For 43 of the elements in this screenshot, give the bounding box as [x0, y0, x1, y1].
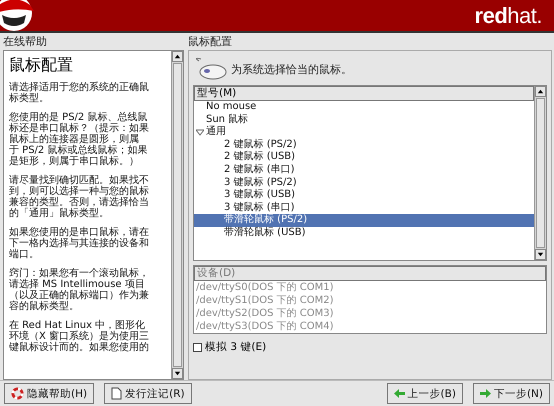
- help-text: 键鼠标设计而的。如果您使用的: [9, 342, 150, 353]
- expander-icon: [196, 128, 204, 136]
- emulate-checkbox[interactable]: 模拟 3 键(E): [193, 340, 547, 354]
- mouse-icon: [193, 57, 227, 81]
- back-button[interactable]: 上一步(B): [386, 383, 463, 404]
- release-notes-button[interactable]: 发行注记(R): [104, 383, 192, 404]
- list-item[interactable]: 带滑轮鼠标 (PS/2): [194, 214, 534, 227]
- help-label: 在线帮助: [3, 35, 48, 48]
- help-text: 您使用的是 PS/2 鼠标、总线鼠: [9, 112, 148, 123]
- help-text: 请选择 MS Intellimouse 项目: [9, 279, 146, 290]
- help-text: 到，则可以选择一种与您的鼠标: [9, 186, 150, 197]
- scroll-thumb[interactable]: [173, 63, 182, 367]
- scrollbar[interactable]: [171, 51, 183, 379]
- next-button[interactable]: 下一步(N): [472, 383, 550, 404]
- hide-help-button[interactable]: 隐藏帮助(H): [4, 383, 94, 404]
- help-text: 如果您使用的是串口鼠标，请在: [9, 227, 150, 238]
- help-text: 鼠标上的连接器是圆形，则属: [9, 134, 140, 145]
- column-header[interactable]: 型号(M): [194, 86, 534, 101]
- help-text: 是矩形，则属于串口鼠标。）: [9, 156, 140, 167]
- help-text: 窍门：如果您有一个滚动鼠标，: [9, 268, 150, 279]
- right-arrow-icon: [480, 389, 491, 398]
- brand-logo: redhat.: [474, 2, 542, 28]
- scrollbar[interactable]: [534, 86, 546, 260]
- scroll-thumb[interactable]: [536, 98, 545, 248]
- help-text: 下一格内选择与其连接的设备和: [9, 238, 150, 249]
- help-text: 容的鼠标类型。: [9, 301, 80, 312]
- help-title: 鼠标配置: [9, 55, 74, 76]
- help-text: 兼容的类型。否则，请选择恰当: [9, 197, 150, 208]
- help-text: 端口。: [9, 249, 40, 260]
- lifebuoy-icon: [11, 387, 24, 400]
- help-text: 环境（X 窗口系统）是为使用三: [9, 331, 150, 342]
- help-text: 标类型。: [9, 93, 50, 104]
- help-text: 于 PS/2 鼠标或总线鼠标；如果: [9, 145, 148, 156]
- help-text: 请尽量找到确切匹配。如果找不: [9, 175, 150, 186]
- help-text: 在 Red Hat Linux 中，图形化: [9, 320, 146, 331]
- help-text: 的「通用」鼠标类型。: [9, 208, 110, 219]
- help-text: 请选择适用于您的系统的正确鼠: [9, 82, 150, 93]
- frame-label: 鼠标配置: [188, 35, 233, 48]
- help-text: （以及正确的鼠标端口）作为兼: [9, 290, 150, 301]
- help-text: 标还是串口鼠标？（提示：如果: [9, 123, 150, 134]
- intro-text: 为系统选择恰当的鼠标。: [231, 62, 352, 76]
- left-arrow-icon: [394, 389, 405, 398]
- document-icon: [111, 387, 122, 400]
